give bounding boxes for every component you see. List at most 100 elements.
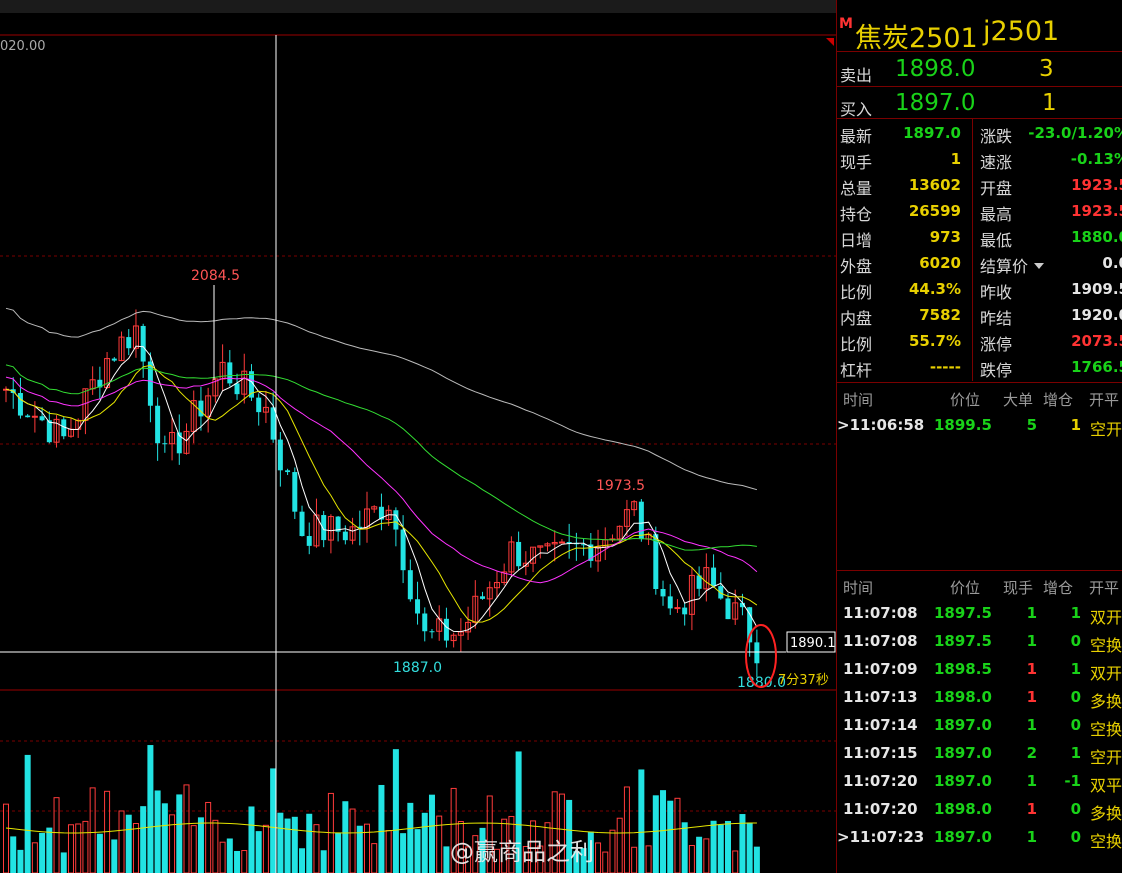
candle-body: [422, 613, 428, 632]
stat-value: 1923.5: [1071, 176, 1122, 194]
candle-body: [256, 397, 262, 413]
volume-bar: [335, 832, 342, 873]
row-time: 11:07:08: [843, 604, 918, 622]
column-header: 价位: [950, 391, 981, 409]
row-qty: 5: [1026, 416, 1037, 434]
volume-bar: [248, 806, 255, 873]
table-row[interactable]: 11:07:08 1897.5 1 0 空换: [837, 630, 1122, 656]
kline-chart-area[interactable]: 020.00 2084.5 1973.5 1887.0 1880.0 1890.1 7分37…: [0, 0, 836, 873]
volume-bar: [631, 846, 638, 873]
stat-value: -23.0/1.20%: [1028, 124, 1122, 142]
volume-bar: [67, 824, 74, 873]
column-header: 价位: [950, 579, 981, 597]
instrument-name: 焦炭2501: [855, 23, 978, 54]
stat-row: 比例 44.3% 昨收 1909.5: [837, 277, 1122, 303]
volume-bar: [262, 824, 269, 873]
table-row[interactable]: 11:07:09 1898.5 1 1 双开: [837, 658, 1122, 684]
column-header: 时间: [843, 391, 874, 409]
stat-row: 日增 973 最低 1880.0: [837, 225, 1122, 251]
volume-bar: [732, 850, 739, 873]
bid-price: 1897.0: [895, 90, 976, 116]
row-qty: 1: [1026, 688, 1037, 706]
row-price: 1897.5: [934, 632, 992, 650]
row-type: 空换: [1090, 720, 1122, 739]
row-time: 11:07:13: [843, 688, 918, 706]
volume-bar: [320, 850, 327, 873]
current-price-label: 1890.1: [790, 636, 836, 651]
volume-bar: [89, 787, 96, 873]
stat-label: 外盘: [840, 257, 873, 276]
divider: [837, 86, 1122, 87]
volume-bar: [205, 801, 212, 873]
table-row[interactable]: 11:07:08 1897.5 1 1 双开: [837, 602, 1122, 628]
bid-qty: 1: [1042, 90, 1057, 116]
column-header: 开平: [1089, 579, 1120, 597]
stat-row: 现手 1 速涨 -0.13%: [837, 147, 1122, 173]
row-qty: 1: [1026, 632, 1037, 650]
candle-body: [516, 541, 522, 567]
volume-bar: [10, 836, 17, 873]
column-header: 时间: [843, 579, 874, 597]
bid-label: 买入: [840, 100, 873, 119]
volume-bar: [407, 802, 414, 873]
volume-bar: [53, 797, 60, 873]
table-row[interactable]: >11:07:23 1897.0 1 0 空换: [837, 826, 1122, 852]
row-price: 1897.5: [934, 604, 992, 622]
volume-bar: [609, 829, 616, 873]
row-inc: 1: [1070, 744, 1081, 762]
volume-bar: [197, 817, 204, 873]
instrument-code: j2501: [983, 16, 1060, 47]
table-row[interactable]: 11:07:14 1897.0 1 0 空换: [837, 714, 1122, 740]
table-row[interactable]: 11:07:20 1898.0 1 0 多换: [837, 798, 1122, 824]
volume-bar: [306, 813, 313, 873]
candle-body: [162, 443, 168, 445]
volume-bar: [385, 830, 392, 873]
stat-value: 1920.0: [1071, 306, 1122, 324]
volume-bar: [46, 827, 53, 873]
candle-body: [270, 407, 276, 440]
row-inc: 1: [1070, 604, 1081, 622]
row-time: 11:07:14: [843, 716, 918, 734]
stat-value: 2073.5: [1071, 332, 1122, 350]
stat-label: 日增: [840, 231, 873, 250]
candle-body: [292, 472, 298, 512]
stat-value: 7582: [919, 306, 961, 324]
volume-bar: [212, 819, 219, 873]
volume-bar: [118, 810, 125, 873]
stat-label: 涨停: [980, 335, 1013, 354]
row-inc: 1: [1070, 660, 1081, 678]
volume-bar: [226, 838, 233, 873]
stat-value: 26599: [908, 202, 961, 220]
row-time: >11:07:23: [837, 828, 925, 846]
stat-row: 总量 13602 开盘 1923.5: [837, 173, 1122, 199]
volume-bar: [660, 790, 667, 873]
table-row[interactable]: 11:07:20 1897.0 1 -1 双平: [837, 770, 1122, 796]
stat-label: 涨跌: [980, 127, 1013, 146]
bid-row[interactable]: 买入 1897.0 1: [837, 88, 1122, 120]
candle-body: [558, 541, 565, 544]
kline-chart[interactable]: 020.002084.51973.51887.01880.01890.17分37…: [0, 0, 836, 873]
table-row[interactable]: 11:07:13 1898.0 1 0 多换: [837, 686, 1122, 712]
table-row[interactable]: >11:06:58 1899.5 5 1 空开: [837, 414, 1122, 440]
row-price: 1897.0: [934, 716, 992, 734]
stat-value: 1909.5: [1071, 280, 1122, 298]
row-inc: 0: [1070, 800, 1081, 818]
row-inc: 0: [1070, 828, 1081, 846]
volume-bar: [291, 816, 298, 873]
row-price: 1898.0: [934, 800, 992, 818]
stat-row: 比例 55.7% 涨停 2073.5: [837, 329, 1122, 355]
candle-body: [227, 362, 233, 384]
stat-value: 1897.0: [903, 124, 961, 142]
stat-row: 外盘 6020 结算价 0.0: [837, 251, 1122, 277]
divider: [837, 570, 1122, 571]
row-inc: -1: [1064, 772, 1081, 790]
candle-body: [321, 515, 327, 541]
volume-bar: [82, 820, 89, 873]
candle-body: [480, 596, 486, 599]
stat-value: 0.0: [1102, 254, 1122, 272]
table-row[interactable]: 11:07:15 1897.0 2 1 空开: [837, 742, 1122, 768]
volume-bar: [652, 795, 659, 873]
ask-row[interactable]: 卖出 1898.0 3: [837, 54, 1122, 86]
volume-bar: [176, 794, 183, 873]
table-header: 时间 价位 大单 增仓 开平: [837, 386, 1122, 410]
